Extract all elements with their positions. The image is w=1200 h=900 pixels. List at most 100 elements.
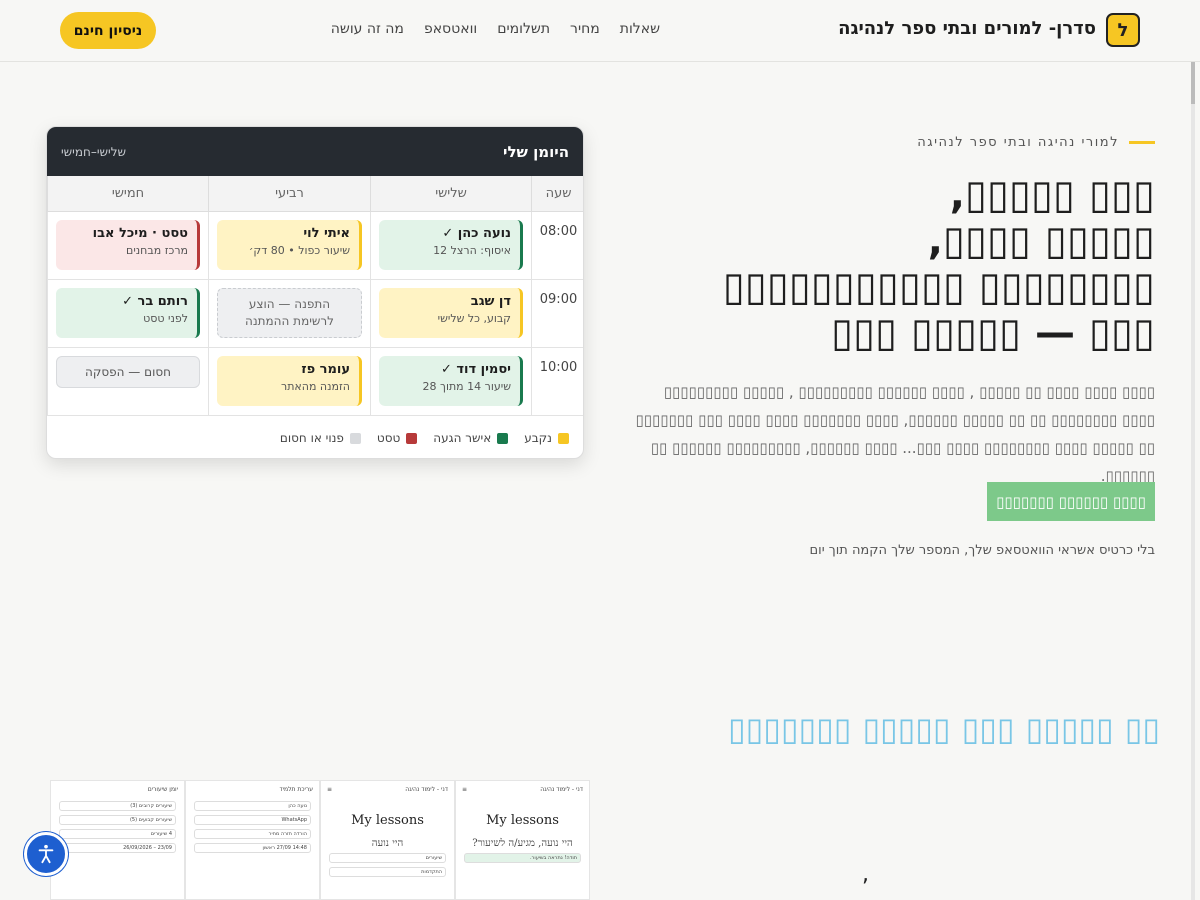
column-header-wed: רביעי	[208, 176, 370, 212]
legend-label: טסט	[376, 431, 401, 445]
hero-cta-button[interactable]: ▯▯▯▯▯▯▯ ▯▯▯▯▯▯ ▯▯▯▯	[987, 482, 1155, 521]
nav-link-faq[interactable]: שאלות	[620, 21, 660, 37]
diary-cell: רותם בר ✓ לפני טסט	[47, 280, 208, 348]
screenshot-row: הורדה חזרה מחיר	[194, 829, 311, 839]
diary-preview: היומן שלי שלישי–חמישי חמישי רביעי שלישי …	[46, 126, 584, 459]
free-trial-button[interactable]: ניסיון חינם	[60, 12, 156, 49]
legend-item: טסט	[376, 431, 418, 445]
blocked-slot[interactable]: חסום — הפסקה	[56, 356, 200, 388]
lesson-name: איתי לוי	[303, 226, 350, 241]
diary-header: היומן שלי שלישי–חמישי	[47, 127, 583, 176]
nav-link-features[interactable]: מה זה עושה	[331, 21, 404, 37]
hero-description: ▯▯▯▯ ▯▯▯▯ ▯▯▯▯ ▯▯ ▯▯▯▯▯ , ▯▯▯▯ ▯▯▯▯▯▯ ▯▯…	[635, 383, 1155, 485]
screenshot-my-lessons[interactable]: דני - לימוד נהיגה ≡ My lessons היי נועה ש…	[320, 780, 455, 900]
legend-swatch	[349, 432, 361, 444]
screenshot-bar-title: יומן שיעורים	[147, 785, 178, 793]
column-header-tue: שלישי	[370, 176, 531, 212]
free-slot-card[interactable]: התפנה — הוצע לרשימת ההמתנה	[217, 288, 362, 338]
screenshot-bar-title: עריכת תלמיד	[279, 785, 313, 793]
lesson-name: דן שגב	[470, 294, 511, 309]
screenshot-edit-student[interactable]: עריכת תלמיד נועה כהן WhatsApp הורדה חזרה…	[185, 780, 320, 900]
hero-note: בלי כרטיס אשראי הוואטסאפ שלך, המספר שלך …	[809, 543, 1155, 558]
lesson-card[interactable]: טסט · מיכל אבו מרכז מבחנים	[56, 220, 200, 270]
screenshot-greeting: היי נועה, מגיע/ה לשיעור?	[472, 838, 573, 849]
lesson-card[interactable]: יסמין דוד ✓ שיעור 14 מתוך 28	[379, 356, 523, 406]
time-slot: 08:00	[531, 212, 583, 280]
lesson-card[interactable]: עומר פז הזמנה מהאתר	[217, 356, 362, 406]
screenshot-row: התקדמות	[329, 867, 446, 877]
diary-title: היומן שלי	[503, 142, 569, 161]
legend-swatch	[497, 432, 509, 444]
nav-link-price[interactable]: מחיר	[570, 21, 600, 37]
lesson-card[interactable]: רותם בר ✓ לפני טסט	[56, 288, 200, 338]
screenshot-heading: My lessons	[351, 813, 424, 828]
screenshot-row: שיעורים	[329, 853, 446, 863]
legend-label: אישר הגעה	[433, 431, 492, 445]
legend-item: נקבע	[524, 431, 569, 445]
lesson-name: יסמין דוד ✓	[440, 362, 511, 377]
lesson-detail: לפני טסט	[143, 312, 188, 325]
screenshot-row: 14:48 27/09 ראשון	[194, 843, 311, 853]
nav-link-whatsapp[interactable]: וואטסאפ	[424, 21, 477, 37]
legend-swatch	[406, 432, 418, 444]
screenshot-bar: עריכת תלמיד	[186, 781, 319, 797]
screenshot-row: WhatsApp	[194, 815, 311, 825]
eyebrow-text: למורי נהיגה ובתי ספר לנהיגה	[917, 135, 1119, 150]
legend-label: נקבע	[524, 431, 552, 445]
column-header-thu: חמישי	[47, 176, 208, 212]
diary-legend: נקבע אישר הגעה טסט פנוי או חסום	[47, 416, 583, 458]
diary-cell: טסט · מיכל אבו מרכז מבחנים	[47, 212, 208, 280]
lesson-detail: איסוף: הרצל 12	[433, 244, 511, 257]
lesson-name: נועה כהן ✓	[442, 226, 511, 241]
screenshot-row: נועה כהן	[194, 801, 311, 811]
screenshot-bar-title: דני - לימוד נהיגה	[540, 785, 583, 793]
lesson-name: רותם בר ✓	[122, 294, 188, 309]
legend-item: פנוי או חסום	[280, 431, 361, 445]
screenshot-bar-title: דני - לימוד נהיגה	[405, 785, 448, 793]
time-slot: 09:00	[531, 280, 583, 348]
lesson-card[interactable]: דן שגב קבוע, כל שלישי	[379, 288, 523, 338]
screenshot-bar: דני - לימוד נהיגה ≡	[456, 781, 589, 797]
lesson-name: טסט · מיכל אבו	[92, 226, 188, 241]
diary-cell: התפנה — הוצע לרשימת ההמתנה	[208, 280, 370, 348]
screenshot-row: 4 שיעורים	[59, 829, 176, 839]
logo[interactable]: ל	[1106, 13, 1140, 47]
app-screenshots: יומן שיעורים שיעורים קרובים (3) שיעורים …	[50, 780, 590, 900]
diary-cell: איתי לוי שיעור כפול • 80 דק׳	[208, 212, 370, 280]
scrollbar-track[interactable]	[1191, 62, 1195, 900]
accessibility-icon[interactable]	[24, 832, 68, 876]
scrollbar-thumb[interactable]	[1191, 62, 1195, 104]
legend-item: אישר הגעה	[433, 431, 509, 445]
screenshot-my-lessons-confirm[interactable]: דני - לימוד נהיגה ≡ My lessons היי נועה, …	[455, 780, 590, 900]
top-navigation-bar: ל סדרן- למורים ובתי ספר לנהיגה מה זה עוש…	[0, 0, 1200, 62]
hero-title: ▯▯▯ ▯▯▯▯▯, ▯▯▯▯▯ ▯▯▯▯, ▯▯▯▯▯▯▯▯ ▯▯▯▯▯▯▯▯…	[722, 172, 1155, 356]
legend-label: פנוי או חסום	[279, 431, 344, 445]
screenshot-lessons-diary[interactable]: יומן שיעורים שיעורים קרובים (3) שיעורים …	[50, 780, 185, 900]
lesson-detail: הזמנה מהאתר	[280, 380, 350, 393]
legend-swatch	[558, 432, 569, 444]
lesson-card[interactable]: נועה כהן ✓ איסוף: הרצל 12	[379, 220, 523, 270]
lesson-card[interactable]: איתי לוי שיעור כפול • 80 דק׳	[217, 220, 362, 270]
diary-cell: נועה כהן ✓ איסוף: הרצל 12	[370, 212, 531, 280]
diary-cell: חסום — הפסקה	[47, 348, 208, 416]
brand-name[interactable]: סדרן- למורים ובתי ספר לנהיגה	[838, 18, 1096, 39]
lesson-detail: שיעור 14 מתוך 28	[422, 380, 511, 393]
section-punctuation: ,	[862, 862, 869, 887]
menu-icon: ≡	[327, 785, 333, 793]
screenshot-row: שיעורים קבועים (5)	[59, 815, 176, 825]
lesson-detail: שיעור כפול • 80 דק׳	[248, 244, 350, 257]
screenshot-row: שיעורים קרובים (3)	[59, 801, 176, 811]
lesson-name: עומר פז	[301, 362, 350, 377]
screenshot-bar: יומן שיעורים	[51, 781, 184, 797]
column-header-hour: שעה	[531, 176, 583, 212]
diary-range: שלישי–חמישי	[61, 144, 127, 159]
nav-link-payments[interactable]: תשלומים	[497, 21, 550, 37]
screenshot-row: תודה! נתראה בשיעור.	[464, 853, 581, 863]
screenshot-row: 23/09 – 26/09/2026	[59, 843, 176, 853]
time-slot: 10:00	[531, 348, 583, 416]
screenshot-greeting: היי נועה	[371, 838, 404, 849]
lesson-detail: קבוע, כל שלישי	[437, 312, 511, 325]
accessibility-figure-icon	[38, 844, 54, 864]
eyebrow-accent-line	[1129, 141, 1155, 144]
screenshot-bar: דני - לימוד נהיגה ≡	[321, 781, 454, 797]
